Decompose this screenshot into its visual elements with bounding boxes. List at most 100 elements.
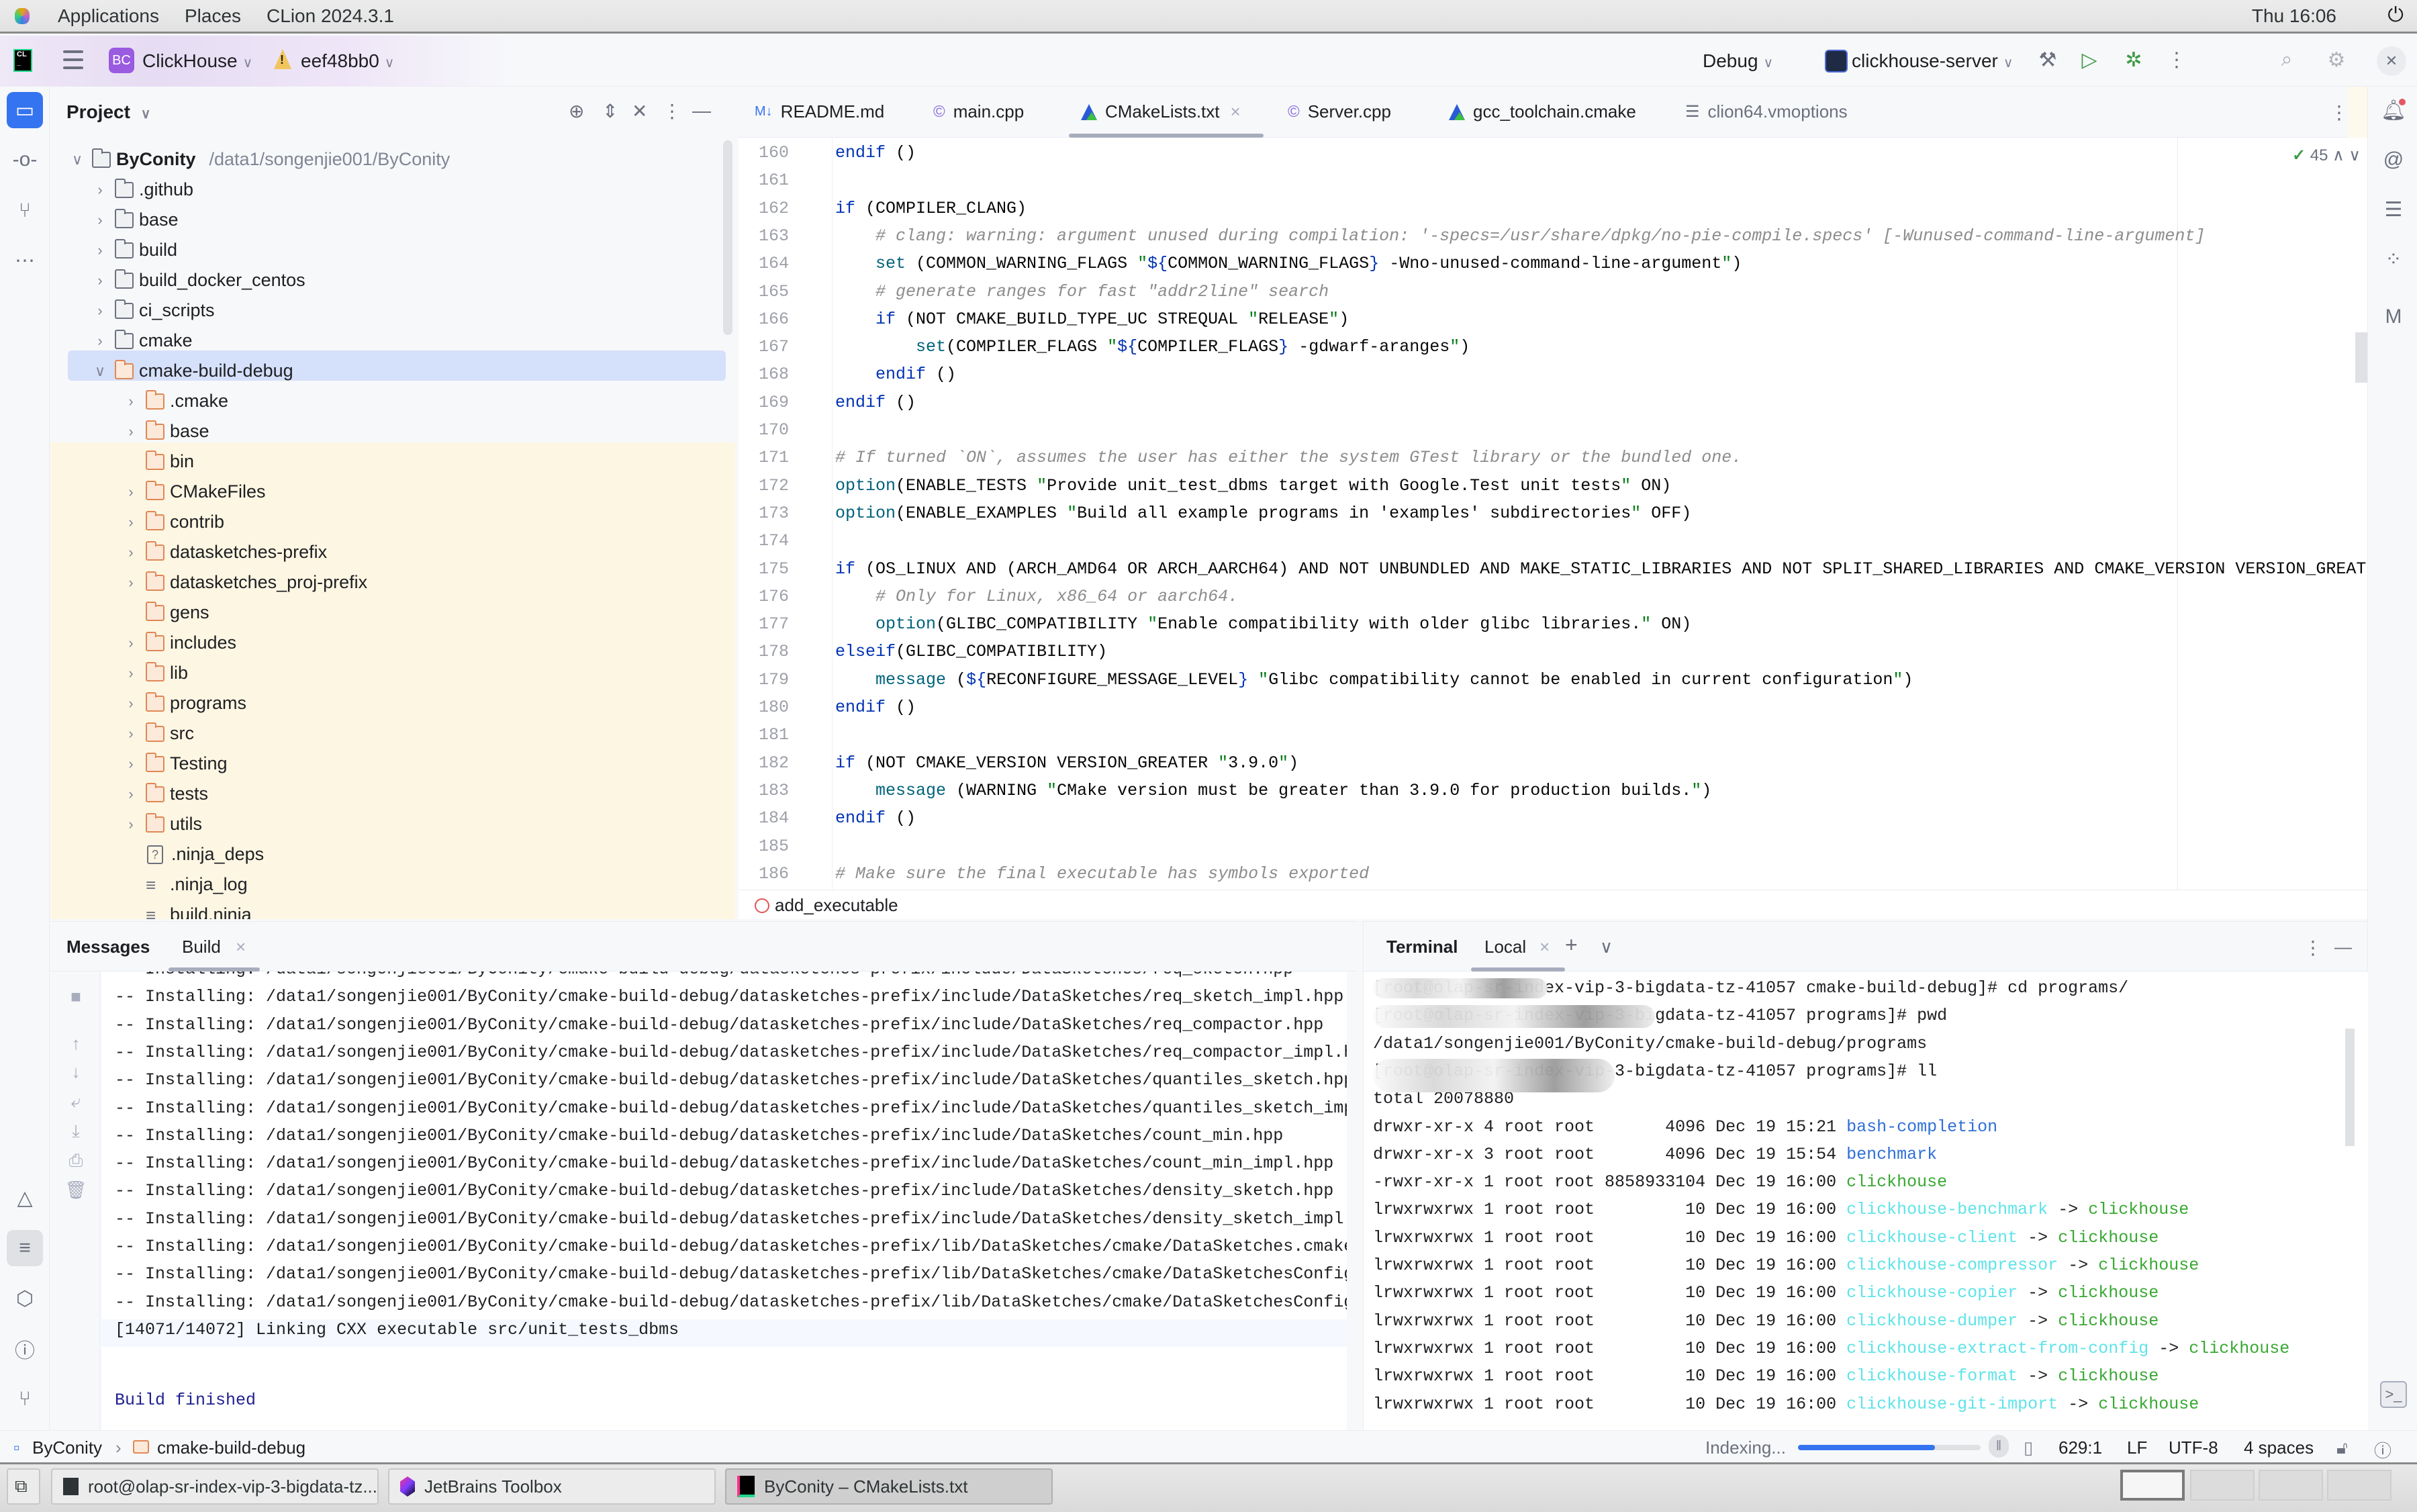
prev-highlight-icon[interactable]: ∧ [2332, 146, 2344, 164]
code-line[interactable]: 181 [739, 721, 2367, 749]
indent-setting[interactable]: 4 spaces [2244, 1437, 2314, 1458]
code-line[interactable]: 160 endif () [739, 139, 2367, 167]
tree-item[interactable]: › lib [50, 658, 735, 688]
tab-build[interactable]: Build [182, 937, 221, 957]
chevron-right-icon[interactable]: › [123, 816, 139, 833]
places-menu[interactable]: Places [185, 5, 241, 27]
project-switcher[interactable]: ClickHouse ∨ [142, 50, 252, 72]
chevron-right-icon[interactable]: › [92, 181, 108, 199]
chevron-right-icon[interactable]: › [123, 393, 139, 410]
git-tool-icon[interactable]: ⑂ [7, 1381, 43, 1417]
code-line[interactable]: 162 if (COMPILER_CLANG) [739, 195, 2367, 222]
tab-local[interactable]: Local [1484, 937, 1526, 957]
code-line[interactable]: 176 # Only for Linux, x86_64 or aarch64. [739, 583, 2367, 610]
problems-icon[interactable]: ⓘ [2374, 1437, 2391, 1462]
workspace-3[interactable] [2259, 1470, 2323, 1501]
chevron-right-icon[interactable]: › [123, 665, 139, 682]
chevron-down-icon[interactable]: ∨ [92, 363, 108, 380]
tab-gcc-toolchain[interactable]: gcc_toolchain.cmake [1449, 101, 1636, 122]
task-clion[interactable]: ByConity – CMakeLists.txt [725, 1468, 1053, 1505]
pull-requests-icon[interactable]: ⑂ [7, 193, 43, 229]
more-tools-icon[interactable]: ⋯ [7, 242, 43, 279]
chevron-right-icon[interactable]: › [123, 725, 139, 743]
tree-root[interactable]: ∨ ByConity /data1/songenjie001/ByConity [50, 144, 735, 175]
tree-item[interactable]: gens [50, 598, 735, 628]
tree-item[interactable]: › ci_scripts [50, 295, 735, 326]
locate-file-icon[interactable]: ⊕ [569, 100, 584, 122]
active-app-menu[interactable]: CLion 2024.3.1 [267, 5, 394, 27]
editor-scrollbar[interactable] [2355, 332, 2367, 383]
code-line[interactable]: 185 [739, 833, 2367, 860]
chevron-right-icon[interactable]: › [123, 755, 139, 773]
vcs-branch-switcher[interactable]: eef48bb0 ∨ [301, 50, 394, 72]
hide-panel-icon[interactable]: — [692, 100, 711, 122]
tab-options-icon[interactable]: ⋮ [2330, 101, 2349, 124]
close-tab-icon[interactable]: × [236, 937, 246, 957]
tree-item[interactable]: › programs [50, 688, 735, 718]
chevron-right-icon[interactable]: › [123, 695, 139, 712]
messages-tool-icon[interactable]: ≡ [7, 1230, 43, 1266]
tree-item[interactable]: ≡ .ninja_log [50, 869, 735, 900]
code-line[interactable]: 170 [739, 416, 2367, 444]
problems-icon[interactable]: ⓘ [7, 1331, 43, 1367]
tree-item[interactable]: › .cmake [50, 386, 735, 416]
project-scrollbar[interactable] [723, 140, 732, 335]
status-breadcrumb-project[interactable]: ByConity [32, 1437, 102, 1458]
chevron-right-icon[interactable]: › [123, 423, 139, 440]
new-tab-plus-icon[interactable]: + [1565, 933, 1578, 957]
code-line[interactable]: 175 if (OS_LINUX AND (ARCH_AMD64 OR ARCH_… [739, 555, 2367, 583]
build-hammer-icon[interactable]: ⚒ [2034, 46, 2061, 73]
close-tab-icon[interactable]: × [1231, 101, 1241, 122]
soft-wrap-icon[interactable]: ⤶ [62, 1091, 89, 1113]
lock-open-icon[interactable]: 🔓︎ [2336, 1437, 2348, 1459]
project-badge[interactable]: BC [109, 48, 134, 73]
build-output[interactable]: -- Installing: /data1/songenjie001/ByCon… [101, 972, 1347, 1442]
markdown-preview-icon[interactable]: M [2380, 305, 2407, 332]
code-line[interactable]: 172 option(ENABLE_TESTS "Provide unit_tes… [739, 472, 2367, 500]
workspace-2[interactable] [2190, 1470, 2255, 1501]
chevron-right-icon[interactable]: › [92, 242, 108, 259]
code-line[interactable]: 177 option(GLIBC_COMPATIBILITY "Enable c… [739, 610, 2367, 638]
close-window-icon[interactable]: ✕ [2377, 46, 2406, 76]
code-line[interactable]: 179 message (${RECONFIGURE_MESSAGE_LEVEL… [739, 666, 2367, 694]
code-line[interactable]: 169 endif () [739, 389, 2367, 416]
show-desktop-icon[interactable]: ⧉ [7, 1468, 40, 1505]
tree-item[interactable]: › CMakeFiles [50, 477, 735, 507]
code-line[interactable]: 186 # Make sure the final executable has … [739, 860, 2367, 888]
chevron-down-icon[interactable]: ∨ [69, 151, 85, 169]
up-arrow-icon[interactable]: ↑ [62, 1033, 89, 1054]
run-icon[interactable]: ▷ [2076, 46, 2103, 73]
applications-menu[interactable]: Applications [58, 5, 159, 27]
editor-breadcrumb[interactable]: add_executable [739, 890, 2367, 919]
code-line[interactable]: 183 message (WARNING "CMake version must… [739, 777, 2367, 804]
pause-icon[interactable]: ‖ [1989, 1435, 2009, 1458]
database-icon[interactable]: ☰ [2380, 198, 2407, 225]
caret-position[interactable]: 629:1 [2058, 1437, 2102, 1458]
tree-item[interactable]: ≡ build.ninja [50, 900, 735, 919]
task-terminal[interactable]: root@olap-sr-index-vip-3-bigdata-tz... [51, 1468, 379, 1505]
clock[interactable]: Thu 16:06 [2252, 5, 2336, 27]
settings-gear-icon[interactable]: ⚙ [2323, 46, 2350, 73]
project-tool-button[interactable]: ▭ [7, 92, 43, 128]
code-line[interactable]: 165 # generate ranges for fast "addr2lin… [739, 278, 2367, 305]
chevron-right-icon[interactable]: › [92, 332, 108, 350]
debug-bug-icon[interactable]: ✲ [2120, 46, 2147, 73]
code-line[interactable]: 166 if (NOT CMAKE_BUILD_TYPE_UC STREQUAL… [739, 305, 2367, 333]
code-line[interactable]: 168 endif () [739, 361, 2367, 388]
file-icon[interactable]: ▯ [2024, 1437, 2033, 1458]
tab-server-cpp[interactable]: © Server.cpp [1288, 101, 1391, 122]
chevron-right-icon[interactable]: › [123, 786, 139, 803]
chevron-right-icon[interactable]: › [92, 272, 108, 289]
more-actions-icon[interactable]: ⋮ [2163, 46, 2190, 73]
workspace-1[interactable] [2120, 1470, 2185, 1501]
tree-item[interactable]: › contrib [50, 507, 735, 537]
collapse-all-icon[interactable]: ✕ [632, 100, 647, 122]
chevron-right-icon[interactable]: › [92, 211, 108, 229]
chevron-right-icon[interactable]: › [123, 544, 139, 561]
structure-icon[interactable]: ⁘ [2380, 248, 2407, 275]
close-tab-icon[interactable]: × [1539, 937, 1550, 957]
clear-trash-icon[interactable]: 🗑︎ [62, 1180, 89, 1200]
tree-item[interactable]: › includes [50, 628, 735, 658]
line-separator[interactable]: LF [2127, 1437, 2147, 1458]
run-config-selector[interactable]: clickhouse-server ∨ [1852, 50, 2013, 72]
